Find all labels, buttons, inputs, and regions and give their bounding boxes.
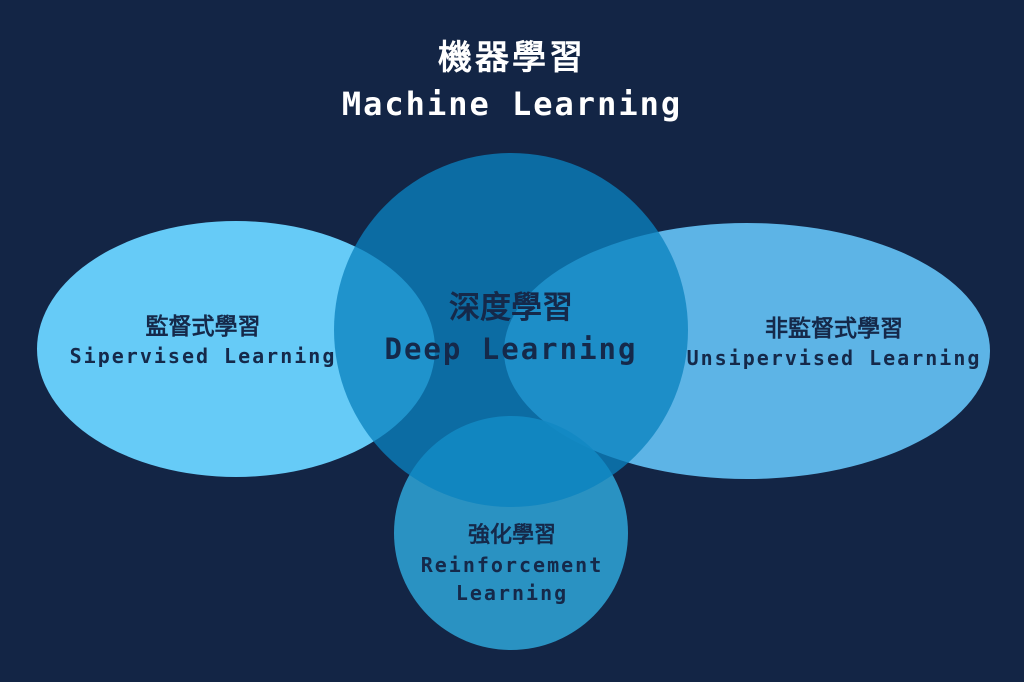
diagram-title: 機器學習 Machine Learning [0,36,1024,124]
reinforcement-label-english-line-1: Reinforcement [420,553,604,577]
supervised-label: 監督式學習 Sipervised Learning [58,312,348,370]
title-chinese: 機器學習 [438,38,586,78]
supervised-label-chinese: 監督式學習 [145,314,261,340]
unsupervised-label-chinese: 非監督式學習 [765,316,903,342]
deep-learning-label: 深度學習 Deep Learning [356,288,666,368]
deep-learning-label-english: Deep Learning [384,332,638,366]
unsupervised-label-english: Unsipervised Learning [686,346,982,370]
unsupervised-label: 非監督式學習 Unsipervised Learning [684,314,984,372]
reinforcement-label-chinese: 強化學習 [467,523,556,548]
deep-learning-label-chinese: 深度學習 [449,290,573,326]
machine-learning-diagram: 機器學習 Machine Learning 監督式學習 Sipervised L… [0,0,1024,682]
reinforcement-label-english-line-2: Learning [455,581,569,605]
reinforcement-label: 強化學習 Reinforcement Learning [404,521,620,607]
supervised-label-english: Sipervised Learning [69,344,337,368]
title-english: Machine Learning [341,85,683,123]
